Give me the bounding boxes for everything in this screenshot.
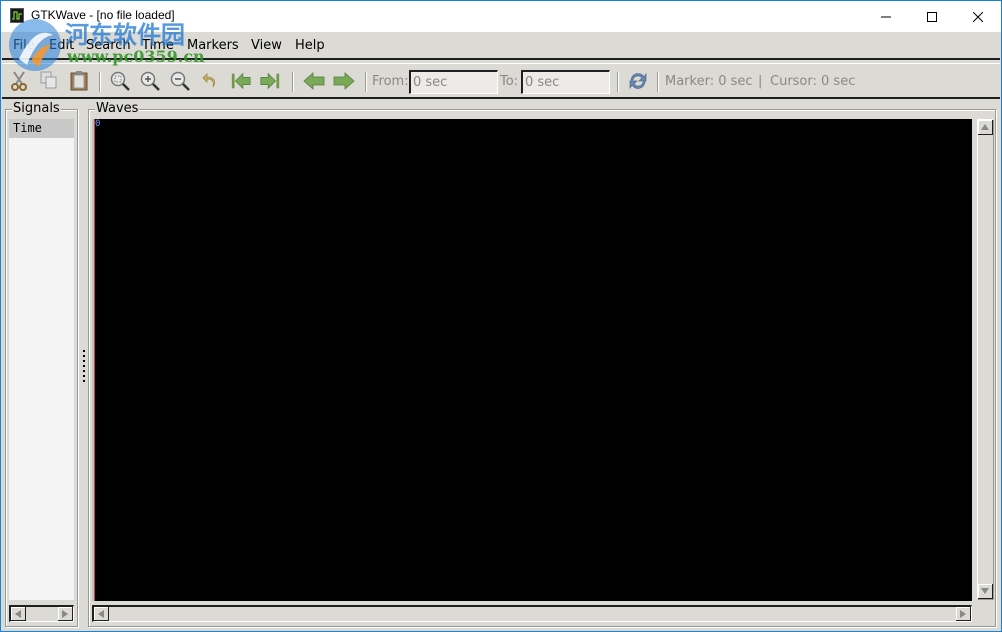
- zoom-to-end-button[interactable]: [259, 69, 281, 93]
- zoom-to-end-icon: [260, 72, 280, 90]
- toolbar-separator: [99, 72, 101, 92]
- arrow-left-icon: [15, 609, 21, 618]
- pane-resize-handle[interactable]: [82, 350, 86, 384]
- close-button[interactable]: [955, 1, 1001, 32]
- toolbar: From: 0 sec To: 0 sec Marker: 0 sec | Cu…: [2, 63, 1000, 99]
- cursor-readout: Cursor: 0 sec: [770, 74, 856, 89]
- waves-title: Waves: [95, 101, 140, 117]
- minimize-icon: [881, 16, 891, 17]
- paste-icon: [70, 71, 88, 91]
- previous-edge-icon: [303, 72, 325, 90]
- waves-horizontal-scrollbar[interactable]: [92, 605, 972, 622]
- zoom-in-icon: [140, 71, 160, 91]
- undo-zoom-button[interactable]: [200, 69, 222, 93]
- time-marker-line: [94, 119, 95, 601]
- signals-list[interactable]: Time: [9, 119, 74, 600]
- menu-search[interactable]: Search: [86, 38, 131, 53]
- waveform-canvas[interactable]: 0: [92, 119, 972, 601]
- next-edge-button[interactable]: [333, 69, 355, 93]
- zoom-to-start-icon: [231, 72, 251, 90]
- maximize-icon: [927, 11, 937, 22]
- waves-vertical-scrollbar[interactable]: [977, 119, 994, 600]
- arrow-down-icon: [981, 588, 989, 594]
- from-label: From:: [372, 74, 409, 89]
- next-edge-icon: [333, 72, 355, 90]
- copy-button[interactable]: [38, 69, 60, 93]
- signals-title: Signals: [12, 101, 61, 117]
- menu-view[interactable]: View: [251, 38, 282, 53]
- zoom-fit-button[interactable]: [109, 69, 131, 93]
- scroll-up-button[interactable]: [978, 120, 993, 135]
- close-icon: [973, 11, 983, 22]
- time-marker-label: 0: [95, 119, 101, 129]
- arrow-right-icon: [62, 609, 68, 618]
- scroll-left-button[interactable]: [11, 607, 26, 621]
- maximize-button[interactable]: [909, 1, 955, 32]
- from-time-input[interactable]: 0 sec: [409, 70, 498, 94]
- reload-icon: [629, 72, 647, 90]
- zoom-out-icon: [170, 71, 190, 91]
- menu-markers[interactable]: Markers: [187, 38, 239, 53]
- window-title: GTKWave - [no file loaded]: [31, 8, 175, 22]
- toolbar-separator: [617, 72, 619, 92]
- menu-help[interactable]: Help: [295, 38, 325, 53]
- menu-bar: File Edit Search Time Markers View Help: [2, 32, 1000, 60]
- arrow-left-icon: [98, 609, 104, 618]
- gtkwave-window: GTKWave - [no file loaded] File Edit Sea…: [0, 0, 1002, 632]
- scroll-left-button[interactable]: [94, 607, 109, 621]
- toolbar-separator: [292, 72, 294, 92]
- signal-row-time[interactable]: Time: [9, 119, 74, 138]
- toolbar-separator: [365, 72, 367, 92]
- to-label: To:: [500, 74, 519, 89]
- arrow-up-icon: [981, 124, 989, 130]
- scroll-right-button[interactable]: [956, 607, 971, 621]
- cut-button[interactable]: [8, 69, 30, 93]
- paste-button[interactable]: [68, 69, 90, 93]
- title-bar: GTKWave - [no file loaded]: [1, 1, 1001, 32]
- readout-divider: |: [758, 74, 763, 89]
- arrow-right-icon: [960, 609, 966, 618]
- zoom-to-start-button[interactable]: [230, 69, 252, 93]
- undo-zoom-icon: [202, 73, 215, 88]
- menu-edit[interactable]: Edit: [49, 38, 74, 53]
- zoom-in-button[interactable]: [139, 69, 161, 93]
- scroll-right-button[interactable]: [58, 607, 73, 621]
- reload-button[interactable]: [627, 69, 649, 93]
- zoom-out-button[interactable]: [169, 69, 191, 93]
- menu-file[interactable]: File: [13, 38, 35, 53]
- menu-time[interactable]: Time: [142, 38, 174, 53]
- toolbar-separator: [657, 72, 659, 92]
- minimize-button[interactable]: [863, 1, 909, 32]
- zoom-fit-icon: [110, 71, 130, 91]
- copy-icon: [40, 71, 57, 89]
- previous-edge-button[interactable]: [303, 69, 325, 93]
- marker-readout: Marker: 0 sec: [665, 74, 753, 89]
- signals-horizontal-scrollbar[interactable]: [9, 605, 74, 622]
- to-time-input[interactable]: 0 sec: [521, 70, 610, 94]
- cut-icon: [11, 71, 27, 91]
- scroll-down-button[interactable]: [978, 584, 993, 599]
- gtkwave-app-icon: [10, 8, 24, 23]
